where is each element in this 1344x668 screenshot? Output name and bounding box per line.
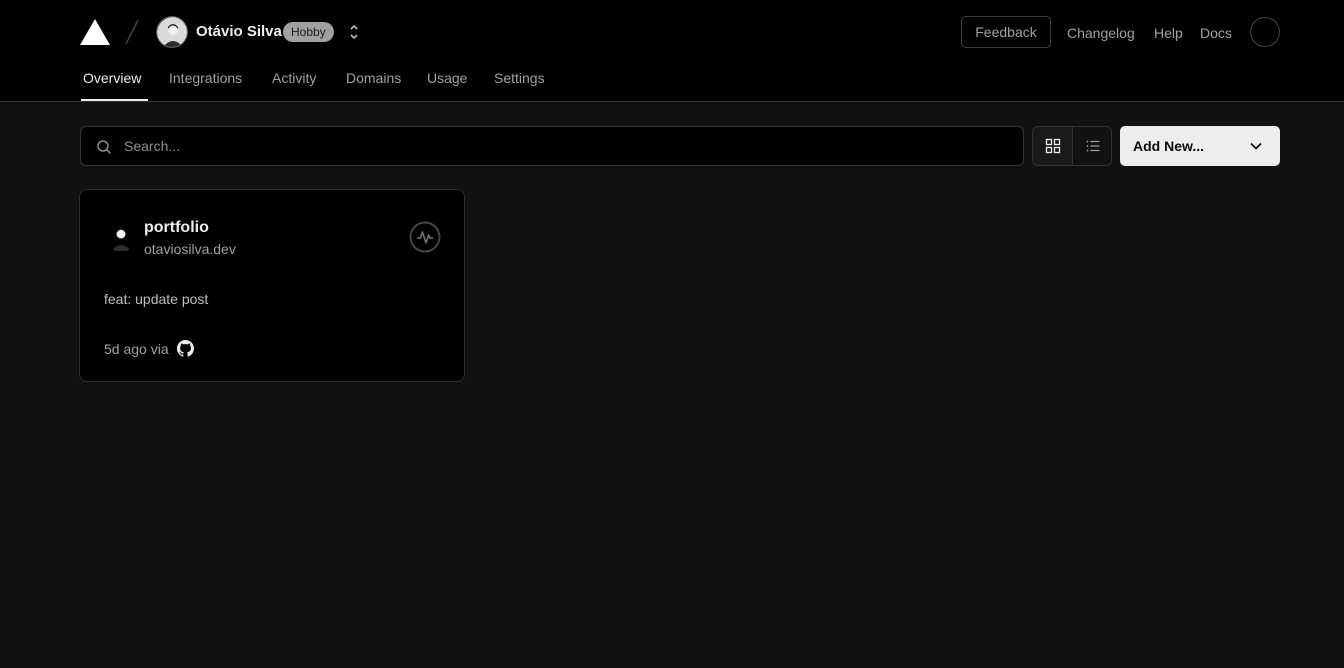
view-toggle	[1032, 126, 1112, 166]
tab-overview[interactable]: Overview	[83, 69, 141, 87]
tab-domains[interactable]: Domains	[346, 69, 401, 87]
changelog-link[interactable]: Changelog	[1067, 24, 1135, 42]
grid-icon	[1045, 138, 1060, 154]
chevron-down-icon	[1250, 142, 1262, 150]
grid-view-button[interactable]	[1033, 127, 1073, 165]
docs-link[interactable]: Docs	[1200, 24, 1232, 42]
active-tab-indicator	[81, 99, 148, 101]
search-icon	[97, 140, 112, 155]
project-name[interactable]: portfolio	[144, 218, 209, 238]
team-name[interactable]: Otávio Silva	[196, 22, 282, 42]
nav-tabs: Overview Integrations Activity Domains U…	[0, 66, 1344, 102]
project-avatar-image	[106, 222, 136, 252]
project-domain-link[interactable]: otaviosilva.dev	[144, 240, 236, 258]
project-avatar	[106, 222, 136, 252]
github-icon[interactable]	[177, 340, 194, 357]
list-view-button[interactable]	[1073, 127, 1111, 165]
tab-activity[interactable]: Activity	[272, 69, 316, 87]
feedback-button[interactable]: Feedback	[961, 16, 1051, 48]
tab-settings[interactable]: Settings	[494, 69, 545, 87]
top-header: Otávio Silva Hobby Feedback Changelog He…	[0, 0, 1344, 102]
list-icon	[1086, 140, 1100, 152]
plan-badge: Hobby	[283, 22, 334, 42]
tab-usage[interactable]: Usage	[427, 69, 467, 87]
commit-message: feat: update post	[104, 291, 209, 307]
vercel-logo-icon[interactable]	[80, 19, 110, 45]
add-new-button[interactable]: Add New...	[1120, 126, 1280, 166]
chevron-up-down-icon[interactable]	[346, 22, 362, 42]
search-input[interactable]	[124, 127, 1004, 165]
team-avatar-image	[157, 17, 187, 47]
breadcrumb-separator-icon	[125, 19, 139, 45]
search-box[interactable]	[80, 126, 1024, 166]
user-avatar[interactable]	[1250, 17, 1280, 47]
activity-pulse-icon[interactable]	[409, 221, 441, 253]
tab-integrations[interactable]: Integrations	[169, 69, 242, 87]
help-link[interactable]: Help	[1154, 24, 1183, 42]
team-avatar[interactable]	[156, 16, 188, 48]
add-new-label: Add New...	[1133, 138, 1205, 154]
commit-meta: 5d ago via	[104, 341, 169, 357]
project-card[interactable]: portfolio otaviosilva.dev feat: update p…	[79, 189, 465, 382]
